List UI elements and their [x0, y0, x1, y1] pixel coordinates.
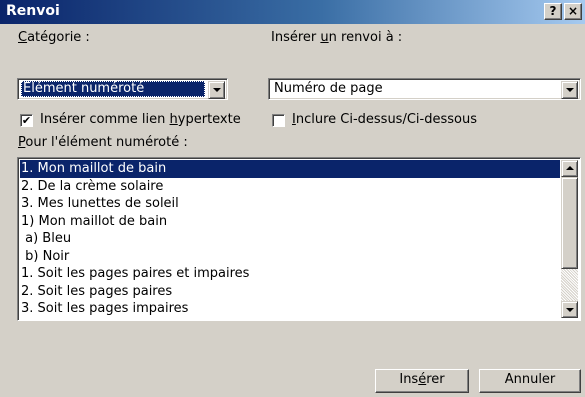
- list-item[interactable]: 1) Mon maillot de bain: [20, 213, 560, 231]
- list-item[interactable]: a) Bleu: [20, 230, 560, 248]
- above-below-checkbox[interactable]: [272, 114, 285, 127]
- close-button[interactable]: ×: [564, 3, 582, 20]
- list-item[interactable]: 2. Soit les pages paires: [20, 283, 560, 301]
- category-label: Catégorie :: [18, 30, 90, 45]
- dialog-title: Renvoi: [6, 3, 60, 19]
- hyperlink-checkbox-label[interactable]: Insérer comme lien hypertexte: [40, 112, 241, 127]
- insert-ref-combobox[interactable]: Numéro de page: [268, 78, 581, 100]
- list-item[interactable]: b) Noir: [20, 248, 560, 266]
- insert-ref-label: Insérer un renvoi à :: [271, 30, 403, 45]
- hyperlink-checkbox[interactable]: ✔: [20, 114, 33, 127]
- list-item[interactable]: 3. Mes lunettes de soleil: [20, 195, 560, 213]
- chevron-down-icon: [566, 88, 574, 92]
- category-value: Élément numéroté: [21, 81, 205, 97]
- vertical-scrollbar[interactable]: [561, 160, 578, 318]
- insert-ref-value: Numéro de page: [274, 81, 383, 96]
- chevron-up-icon: [566, 166, 574, 170]
- help-button[interactable]: ?: [544, 3, 562, 20]
- above-below-checkbox-label[interactable]: Inclure Ci-dessus/Ci-dessous: [292, 112, 477, 127]
- list-item[interactable]: 1. Soit les pages paires et impaires: [20, 265, 560, 283]
- list-item[interactable]: 2. De la crème solaire: [20, 178, 560, 196]
- title-bar: Renvoi ? ×: [0, 0, 585, 24]
- numbered-item-listbox[interactable]: 1. Mon maillot de bain 2. De la crème so…: [17, 157, 581, 321]
- list-item[interactable]: 3. Soit les pages impaires: [20, 300, 560, 318]
- insert-button[interactable]: Insérer: [375, 369, 469, 393]
- scroll-up-button[interactable]: [561, 160, 578, 177]
- insert-ref-dropdown-button[interactable]: [561, 81, 578, 99]
- scroll-down-button[interactable]: [561, 301, 578, 318]
- scrollbar-thumb[interactable]: [561, 177, 578, 269]
- chevron-down-icon: [213, 88, 221, 92]
- list-items: 1. Mon maillot de bain 2. De la crème so…: [20, 160, 560, 318]
- category-combobox[interactable]: Élément numéroté: [17, 78, 228, 100]
- category-dropdown-button[interactable]: [208, 81, 225, 99]
- cancel-button[interactable]: Annuler: [479, 369, 581, 393]
- chevron-down-icon: [566, 308, 574, 312]
- numbered-item-list-label: Pour l'élément numéroté :: [18, 135, 188, 150]
- list-item[interactable]: 1. Mon maillot de bain: [20, 160, 560, 178]
